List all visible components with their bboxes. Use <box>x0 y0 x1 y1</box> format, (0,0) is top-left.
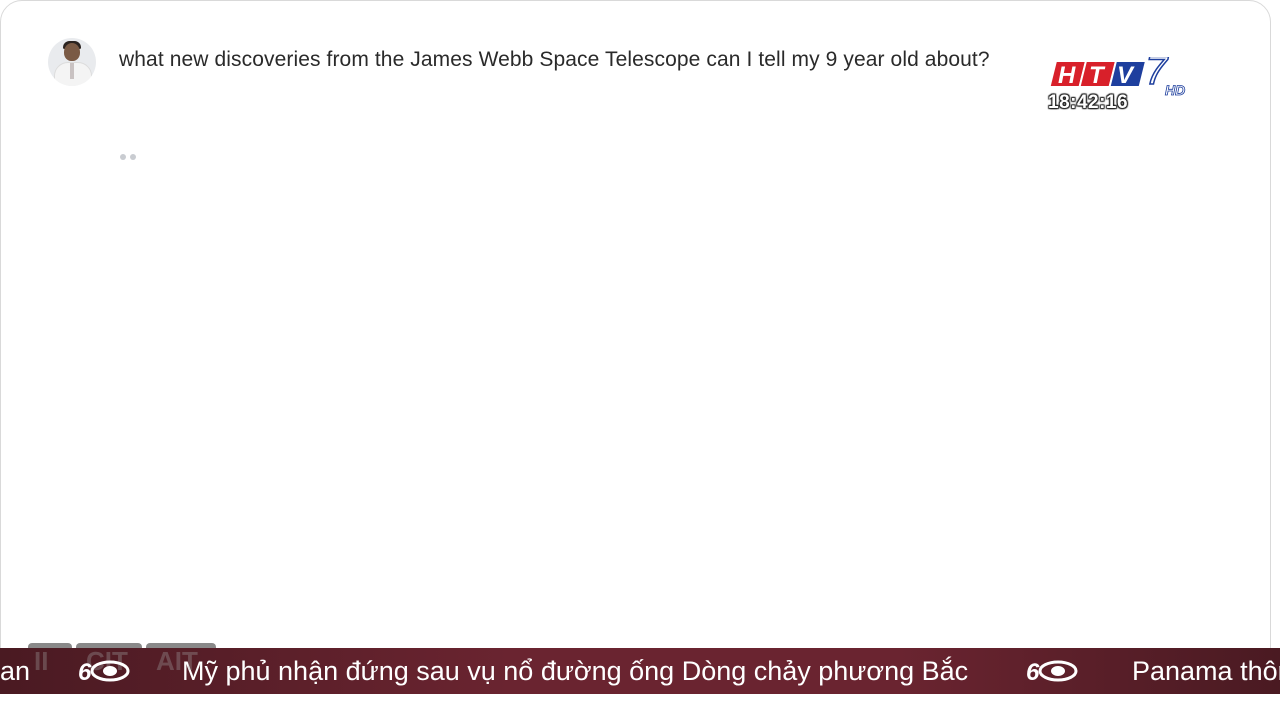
user-prompt-text: what new discoveries from the James Webb… <box>119 48 990 71</box>
ghost-label: II <box>34 646 49 676</box>
bottom-strip <box>0 694 1280 720</box>
ticker-left-fragment: an <box>0 655 31 686</box>
svg-text:6: 6 <box>78 659 92 686</box>
logo-hd-label: HD <box>1165 82 1185 97</box>
ticker-headline: Mỹ phủ nhận đứng sau vụ nổ đường ống Dòn… <box>182 655 969 686</box>
response-loading-indicator <box>120 154 136 160</box>
loading-dot <box>120 154 126 160</box>
ticker-next-fragment: Panama thôn <box>1132 655 1280 686</box>
logo-letter-v: V <box>1117 62 1135 89</box>
htv-60-logo-icon: 6 <box>78 659 130 686</box>
logo-letter-h: H <box>1058 62 1076 89</box>
avatar-tie <box>70 63 74 79</box>
video-frame: what new discoveries from the James Webb… <box>0 0 1280 720</box>
htv-60-logo-icon: 6 <box>1026 659 1078 686</box>
loading-dot <box>130 154 136 160</box>
logo-letter-t: T <box>1089 62 1106 89</box>
channel-logo-icon: H T V 7 HD <box>1048 57 1186 97</box>
ghost-label: AIT <box>156 646 198 676</box>
broadcast-clock: 18:42:16 <box>1048 92 1129 113</box>
avatar-face <box>64 43 80 61</box>
svg-text:6: 6 <box>1026 659 1040 686</box>
user-avatar <box>48 38 96 86</box>
